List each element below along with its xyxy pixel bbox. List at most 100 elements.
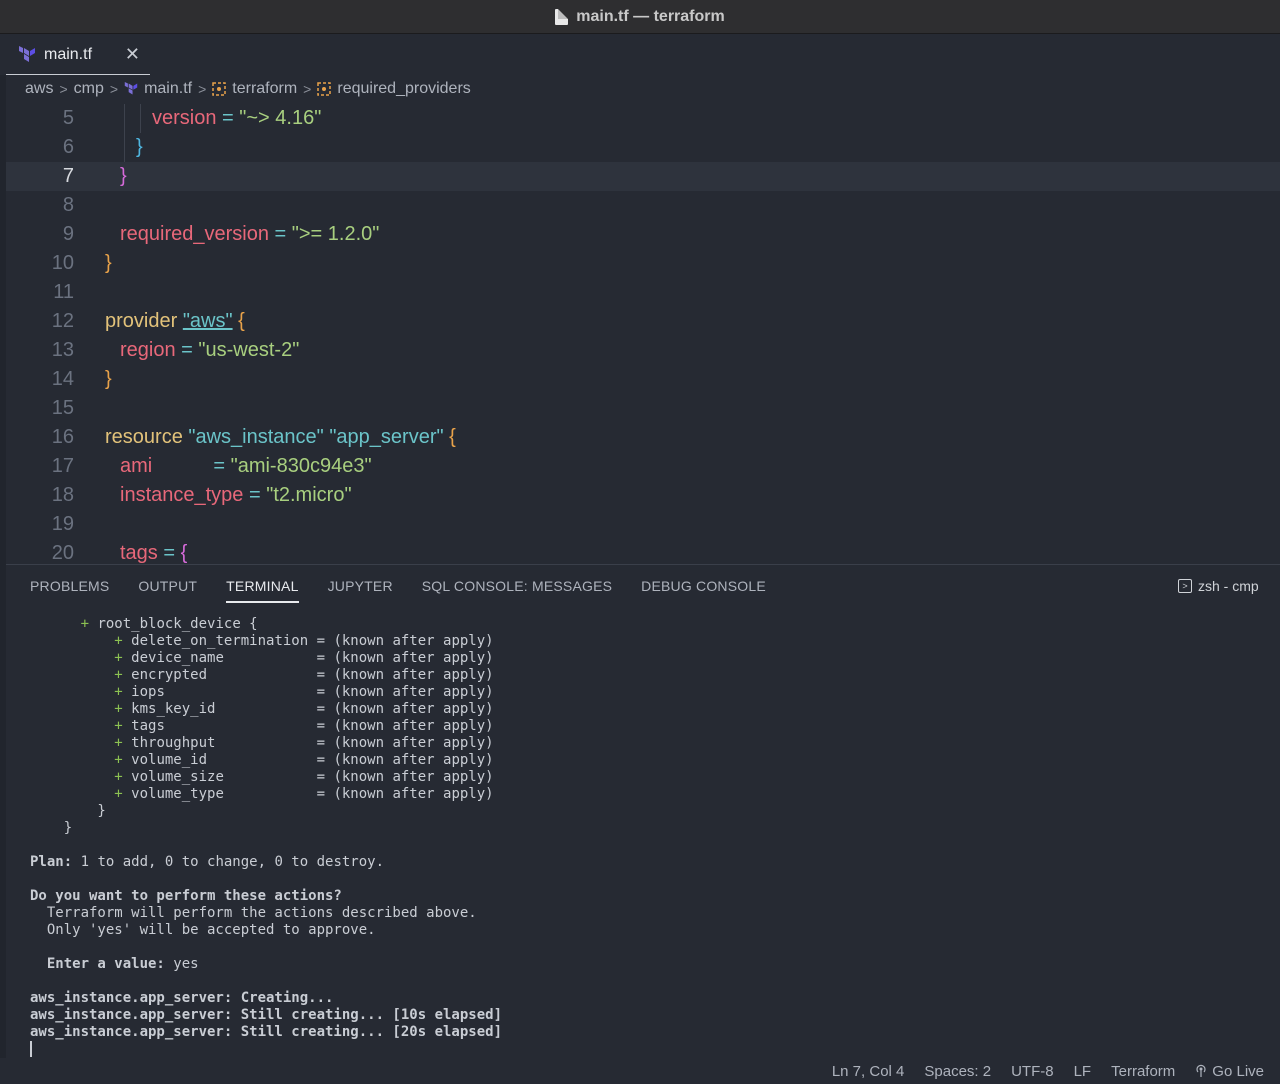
indent-guide [124, 104, 125, 133]
enter-value-prompt: Enter a value: yes [30, 956, 199, 972]
terminal-attribute-line: + volume_id = (known after apply) [114, 752, 494, 768]
indent-guide [124, 133, 125, 162]
terminal-attribute-line: + volume_size = (known after apply) [114, 769, 494, 785]
breadcrumb-required-providers[interactable]: required_providers [337, 80, 470, 98]
terminal-shell-selector[interactable]: > zsh - cmp [1178, 578, 1259, 594]
cursor-position[interactable]: Ln 7, Col 4 [832, 1063, 905, 1080]
go-live-label: Go Live [1212, 1062, 1264, 1080]
tab-jupyter[interactable]: JUPYTER [328, 575, 393, 603]
code-line[interactable]: 5 version = "~> 4.16" [6, 104, 1280, 133]
encoding[interactable]: UTF-8 [1011, 1063, 1054, 1080]
line-number: 14 [51, 368, 74, 390]
line-number: 11 [53, 281, 74, 303]
tab-problems[interactable]: PROBLEMS [30, 575, 109, 603]
title-bar: main.tf — terraform [0, 0, 1280, 34]
code-line[interactable]: 17 ami = "ami-830c94e3" [6, 452, 1280, 481]
breadcrumb-terraform[interactable]: terraform [232, 80, 297, 98]
terminal-output[interactable]: + root_block_device { + delete_on_termin… [30, 616, 1270, 1057]
code-line[interactable]: 10} [6, 249, 1280, 278]
go-live-button[interactable]: Go Live [1195, 1063, 1264, 1080]
chevron-right-icon: > [303, 81, 312, 97]
tab-main-tf[interactable]: main.tf ✕ [6, 35, 150, 75]
symbol-namespace-icon [317, 82, 332, 96]
line-number: 7 [62, 165, 74, 187]
line-number: 12 [51, 310, 74, 332]
code-line[interactable]: 11 [6, 278, 1280, 307]
code-line[interactable]: 6} [6, 133, 1280, 162]
code-line[interactable]: 20 tags = { [6, 539, 1280, 564]
code-line[interactable]: 16 resource "aws_instance" "app_server" { [6, 423, 1280, 452]
terminal-attribute-line: + device_name = (known after apply) [114, 650, 494, 666]
status-bar: Ln 7, Col 4 Spaces: 2 UTF-8 LF Terraform… [0, 1058, 1280, 1084]
line-number: 16 [51, 426, 74, 448]
line-number: 18 [51, 484, 74, 506]
terminal-line: Only 'yes' will be accepted to approve. [30, 922, 376, 938]
code-line[interactable]: 7} [6, 162, 1280, 191]
code-text: ami = "ami-830c94e3" [120, 455, 372, 477]
breadcrumb-cmp[interactable]: cmp [74, 80, 104, 98]
line-number: 5 [62, 107, 74, 129]
code-line[interactable]: 18 instance_type = "t2.micro" [6, 481, 1280, 510]
indentation[interactable]: Spaces: 2 [924, 1063, 991, 1080]
shell-label: zsh - cmp [1198, 578, 1259, 594]
close-icon[interactable]: ✕ [125, 44, 140, 65]
terminal-line: } [30, 820, 73, 836]
code-text: required_version = ">= 1.2.0" [120, 223, 380, 245]
window-title: main.tf — terraform [555, 7, 725, 26]
tab-debug-console[interactable]: DEBUG CONSOLE [641, 575, 766, 603]
terminal-attribute-line: + kms_key_id = (known after apply) [114, 701, 494, 717]
code-line[interactable]: 9 required_version = ">= 1.2.0" [6, 220, 1280, 249]
tab-terminal[interactable]: TERMINAL [226, 575, 299, 603]
indent-guide [140, 104, 141, 133]
editor-tab-strip: main.tf ✕ [0, 35, 1280, 75]
code-text: instance_type = "t2.micro" [120, 484, 352, 506]
confirm-question: Do you want to perform these actions? [30, 888, 342, 904]
code-line[interactable]: 8 [6, 191, 1280, 220]
code-line[interactable]: 19 [6, 510, 1280, 539]
progress-line: aws_instance.app_server: Still creating.… [30, 1024, 503, 1040]
chevron-right-icon: > [198, 81, 207, 97]
code-text: provider "aws" { [105, 310, 245, 332]
terminal-attribute-line: + volume_type = (known after apply) [114, 786, 494, 802]
breadcrumb-file[interactable]: main.tf [144, 80, 192, 98]
tab-label: main.tf [44, 45, 93, 63]
chevron-right-icon: > [59, 81, 68, 97]
progress-line: aws_instance.app_server: Creating... [30, 990, 334, 1006]
terminal-line: Terraform will perform the actions descr… [30, 905, 477, 921]
code-line[interactable]: 14} [6, 365, 1280, 394]
end-of-line[interactable]: LF [1074, 1063, 1092, 1080]
line-number: 19 [51, 513, 74, 535]
terminal-attribute-line: + delete_on_termination = (known after a… [114, 633, 494, 649]
terminal-cursor [30, 1041, 32, 1057]
code-line[interactable]: 13 region = "us-west-2" [6, 336, 1280, 365]
tab-output[interactable]: OUTPUT [138, 575, 197, 603]
line-number: 6 [62, 136, 74, 158]
code-line[interactable]: 15 [6, 394, 1280, 423]
progress-line: aws_instance.app_server: Still creating.… [30, 1007, 503, 1023]
broadcast-icon [1196, 1064, 1206, 1077]
terminal-icon: > [1178, 579, 1192, 593]
language-mode[interactable]: Terraform [1111, 1063, 1175, 1080]
symbol-namespace-icon [212, 82, 227, 96]
line-number: 17 [51, 455, 74, 477]
line-number: 10 [51, 252, 74, 274]
line-number: 15 [51, 397, 74, 419]
terminal-line: } [30, 803, 106, 819]
code-text: resource "aws_instance" "app_server" { [105, 426, 456, 448]
terraform-icon [124, 82, 138, 95]
code-text: version = "~> 4.16" [152, 107, 322, 129]
breadcrumb-aws[interactable]: aws [25, 80, 53, 98]
code-editor[interactable]: 5 version = "~> 4.16" 6} 7} 8 9 required_versi… [6, 104, 1280, 564]
window-title-text: main.tf — terraform [576, 7, 725, 25]
tab-sql-console[interactable]: SQL CONSOLE: MESSAGES [422, 575, 612, 603]
code-line[interactable]: 12 provider "aws" { [6, 307, 1280, 336]
code-text: } [136, 136, 143, 158]
code-text: } [120, 165, 127, 187]
terminal-attribute-line: + throughput = (known after apply) [114, 735, 494, 751]
line-number: 13 [51, 339, 74, 361]
code-text: tags = { [120, 542, 188, 564]
code-text: region = "us-west-2" [120, 339, 300, 361]
terminal-attribute-line: + iops = (known after apply) [114, 684, 494, 700]
